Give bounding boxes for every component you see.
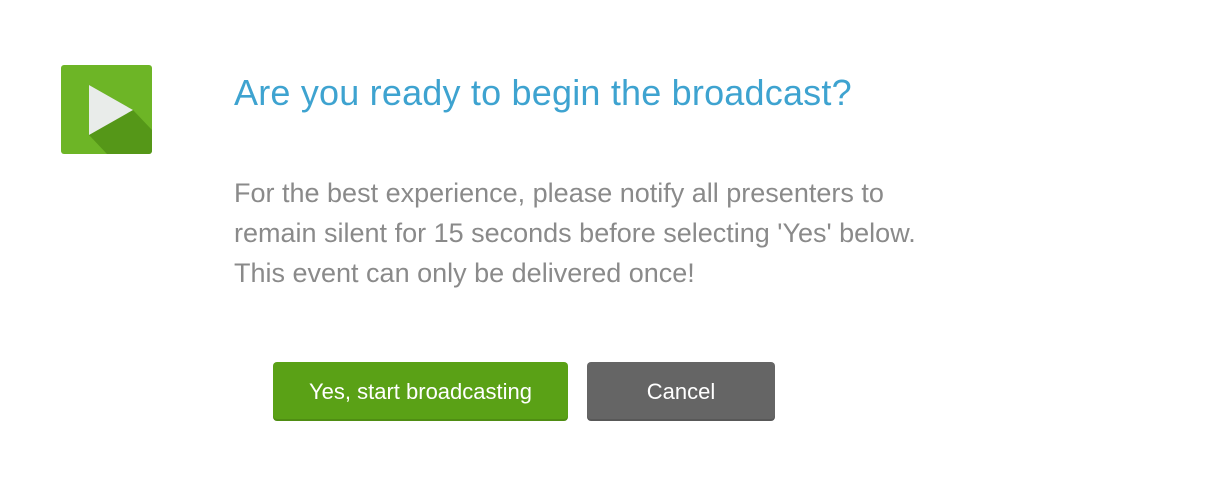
message-line: This event can only be delivered once!	[234, 258, 695, 288]
play-icon	[61, 65, 152, 154]
start-broadcasting-button[interactable]: Yes, start broadcasting	[273, 362, 568, 421]
dialog-message: For the best experience, please notify a…	[234, 173, 1134, 293]
message-line: For the best experience, please notify a…	[234, 178, 884, 208]
dialog-title: Are you ready to begin the broadcast?	[234, 72, 852, 113]
message-line: remain silent for 15 seconds before sele…	[234, 218, 916, 248]
cancel-button[interactable]: Cancel	[587, 362, 775, 421]
broadcast-confirm-dialog: Are you ready to begin the broadcast? Fo…	[0, 0, 1208, 491]
